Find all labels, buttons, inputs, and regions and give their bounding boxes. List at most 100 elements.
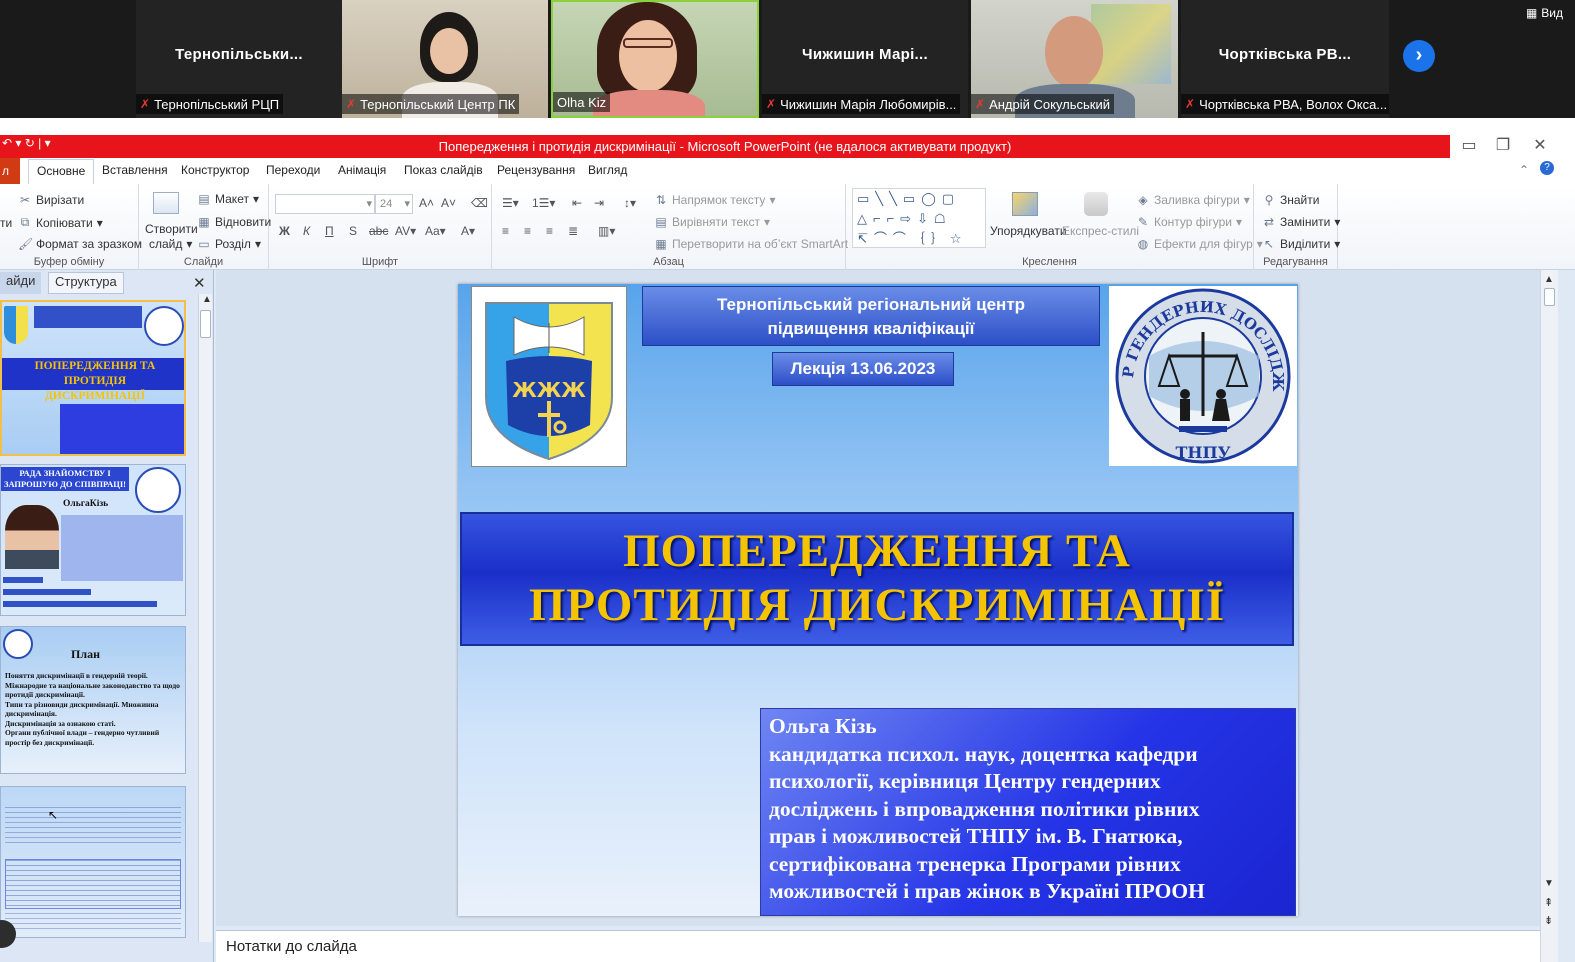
participant-tile[interactable]: Чортківська РВ... ✗ Чортківська РВА, Воло…	[1181, 0, 1389, 118]
shape-outline-button[interactable]: ✎ Контур фігури ▾	[1136, 215, 1242, 229]
participant-tile[interactable]: Чижишин Марі... ✗ Чижишин Марія Любомирів…	[762, 0, 968, 118]
close-icon[interactable]: ✕	[1527, 135, 1553, 157]
participant-tile[interactable]: ✗ Андрій Сокульський	[971, 0, 1178, 118]
numbering-icon[interactable]: 1☰▾	[532, 196, 555, 210]
organization-title-box[interactable]: Тернопільський регіональний центр підвищ…	[642, 286, 1100, 346]
scroll-down-icon[interactable]: ▼	[1544, 878, 1554, 889]
align-right-icon[interactable]: ≡	[546, 224, 553, 238]
bold-icon[interactable]: Ж	[279, 224, 290, 238]
thumbnail-title: РАДА ЗНАЙОМСТВУ І ЗАПРОШУЮ ДО СПІВПРАЦІ!	[1, 467, 129, 491]
new-slide-button[interactable]: Створити	[145, 222, 198, 236]
slide-thumbnail-1[interactable]: ПОПЕРЕДЖЕННЯ ТА ПРОТИДІЯ ДИСКРИМІНАЦІЇ	[0, 300, 186, 456]
participant-tile-active-speaker[interactable]: Olha Kiz	[551, 0, 759, 118]
grow-font-icon[interactable]: A˄	[419, 196, 434, 210]
tab-design[interactable]: Конструктор	[181, 163, 249, 177]
align-text-icon: ▤	[655, 215, 667, 229]
align-left-icon[interactable]: ≡	[502, 224, 509, 238]
convert-smartart-button[interactable]: ▦Перетворити на об’єкт SmartArt▾	[654, 237, 858, 251]
replace-button[interactable]: ⇄ Замінити ▾	[1262, 215, 1340, 229]
clipboard-group: ти ✂ Вирізати ⧉ Копіювати ▾ 🖌 Формат за зраз…	[0, 184, 142, 270]
new-slide-dropdown[interactable]: слайд ▾	[149, 237, 192, 251]
tab-slideshow[interactable]: Показ слайдів	[404, 163, 483, 177]
reset-button[interactable]: ▦ Відновити	[197, 215, 271, 229]
quick-styles-button[interactable]: Експрес-стилі	[1062, 224, 1139, 238]
participant-tile[interactable]: ✗ Тернопільський Центр ПК	[342, 0, 548, 118]
underline-icon[interactable]: П	[325, 224, 334, 238]
text-direction-button[interactable]: ⇅ Напрямок тексту ▾	[654, 193, 776, 207]
close-icon[interactable]: ✕	[193, 274, 206, 292]
increase-indent-icon[interactable]: ⇥	[594, 196, 604, 210]
decrease-indent-icon[interactable]: ⇤	[572, 196, 582, 210]
clear-format-icon[interactable]: ⌫	[471, 196, 488, 210]
lecture-date-box[interactable]: Лекція 13.06.2023	[772, 352, 954, 386]
scroll-up-icon[interactable]: ▲	[1544, 274, 1554, 285]
file-tab[interactable]: л	[0, 158, 20, 184]
participant-tile[interactable]: Тернопільськи... ✗ Тернопільський РЦП	[136, 0, 342, 118]
arrange-button[interactable]: Упорядкувати	[990, 224, 1067, 238]
quick-access-toolbar[interactable]: ↶ ▾ ↻ | ▾	[2, 136, 51, 150]
scrollbar-thumb[interactable]	[1544, 288, 1555, 306]
copy-icon: ⧉	[20, 215, 30, 229]
bullets-icon[interactable]: ☰▾	[502, 196, 519, 210]
italic-icon[interactable]: К	[303, 224, 310, 238]
tab-animations[interactable]: Анімація	[338, 163, 386, 177]
font-name-combobox[interactable]: ▾	[275, 194, 375, 214]
ribbon-collapse-icon[interactable]: ⌃	[1519, 163, 1529, 177]
slide-scrollbar[interactable]: ▲ ▼ ⇞ ⇟	[1540, 270, 1558, 962]
help-icon[interactable]: ?	[1540, 161, 1554, 175]
tab-transitions[interactable]: Переходи	[266, 163, 320, 177]
author-info-box[interactable]: Ольга Кізь кандидатка психол. наук, доце…	[760, 708, 1296, 916]
slide-thumbnail-3[interactable]: План Поняття дискримінації в гендерній т…	[0, 626, 186, 774]
view-button[interactable]: ▦ Вид	[1526, 6, 1563, 20]
section-button[interactable]: ▭ Розділ ▾	[197, 237, 261, 251]
scroll-up-icon[interactable]: ▲	[202, 294, 212, 305]
tab-insert[interactable]: Вставлення	[102, 163, 168, 177]
shape-effects-button[interactable]: ◍ Ефекти для фігур ▾	[1136, 237, 1263, 251]
slide-canvas[interactable]: ЖЖЖ Тернопільський регіональний центр пі…	[458, 284, 1298, 916]
slide-thumbnail-4[interactable]	[0, 786, 186, 938]
cut-button[interactable]: ✂ Вирізати	[18, 193, 84, 207]
font-size-combobox[interactable]: 24 ▾	[375, 194, 413, 214]
minimize-icon[interactable]: ▭	[1456, 135, 1482, 157]
format-painter-button[interactable]: 🖌 Формат за зразком	[18, 237, 142, 251]
align-text-button[interactable]: ▤ Вирівняти текст ▾	[654, 215, 770, 229]
slide-title-box[interactable]: ПОПЕРЕДЖЕННЯ ТА ПРОТИДІЯ ДИСКРИМІНАЦІЇ	[460, 512, 1294, 646]
shadow-icon[interactable]: S	[349, 224, 357, 238]
change-case-icon[interactable]: Aa▾	[425, 224, 446, 238]
columns-icon[interactable]: ▥▾	[598, 224, 615, 238]
font-color-icon[interactable]: A▾	[461, 224, 475, 238]
next-slide-icon[interactable]: ⇟	[1544, 914, 1553, 927]
tab-outline[interactable]: Структура	[48, 272, 124, 294]
shape-fill-button[interactable]: ◈ Заливка фігури ▾	[1136, 193, 1249, 207]
tab-home[interactable]: Основне	[28, 159, 95, 185]
tab-slides[interactable]: айди	[0, 272, 42, 294]
slide-notes[interactable]: Нотатки до слайда	[216, 930, 1540, 962]
shapes-gallery[interactable]: ▭╲╲▭◯▢ △⌐⌐⇨⇩☖ ↸⌒⌒｛｝☆	[852, 188, 986, 248]
layout-button[interactable]: ▤ Макет ▾	[197, 192, 259, 206]
justify-icon[interactable]: ≣	[568, 224, 578, 238]
line-spacing-icon[interactable]: ↕▾	[624, 196, 636, 210]
tab-review[interactable]: Рецензування	[497, 163, 575, 177]
author-line: сертифікована тренерка Програми рівних	[769, 851, 1181, 876]
align-center-icon[interactable]: ≡	[524, 224, 531, 238]
thumbnails-scrollbar[interactable]: ▲	[198, 294, 212, 942]
shrink-font-icon[interactable]: A˅	[441, 196, 456, 210]
copy-button[interactable]: ⧉ Копіювати ▾	[18, 215, 103, 230]
group-label: Шрифт	[361, 256, 399, 268]
paste-button[interactable]: ти	[0, 216, 12, 230]
slide-thumbnail-2[interactable]: РАДА ЗНАЙОМСТВУ І ЗАПРОШУЮ ДО СПІВПРАЦІ!…	[0, 464, 186, 616]
tab-view[interactable]: Вигляд	[588, 163, 627, 177]
thumbnail-logo-icon	[135, 467, 181, 513]
participant-video	[1045, 16, 1103, 88]
restore-icon[interactable]: ❐	[1490, 135, 1516, 157]
previous-slide-icon[interactable]: ⇞	[1544, 896, 1553, 909]
effects-icon: ◍	[1137, 237, 1149, 251]
participant-display-name: Чижишин Марі...	[802, 46, 928, 63]
find-button[interactable]: ⚲ Знайти	[1262, 193, 1320, 207]
next-page-button[interactable]: ›	[1403, 40, 1435, 72]
strikethrough-icon[interactable]: abc	[369, 224, 388, 238]
char-spacing-icon[interactable]: AV▾	[395, 224, 416, 238]
select-button[interactable]: ↖ Виділити ▾	[1262, 237, 1340, 251]
scrollbar-thumb[interactable]	[200, 310, 211, 338]
paragraph-group: ☰▾ 1☰▾ ⇤ ⇥ ↕▾ ≡ ≡ ≡ ≣ ▥▾ ⇅ Напрямок текст…	[492, 184, 858, 270]
